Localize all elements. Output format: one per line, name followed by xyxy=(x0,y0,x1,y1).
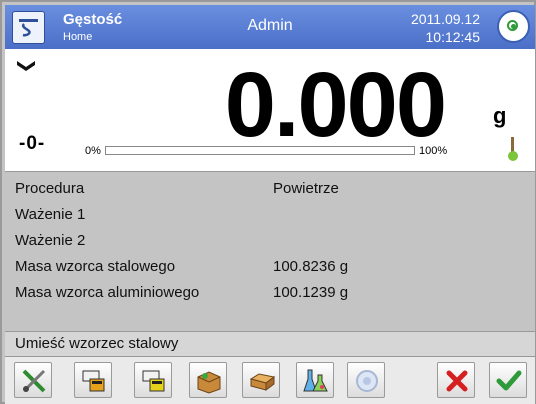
info-value: Powietrze xyxy=(273,180,339,197)
cancel-icon[interactable] xyxy=(437,362,475,398)
bar-max-label: 100% xyxy=(419,145,448,157)
weight-unit[interactable]: g xyxy=(493,103,506,129)
info-label: Masa wzorca stalowego xyxy=(15,258,176,275)
info-value: 100.8236 g xyxy=(273,258,349,275)
thermometer-icon xyxy=(508,137,518,161)
info-label: Masa wzorca aluminiowego xyxy=(15,284,200,301)
bar-min-label: 0% xyxy=(85,145,101,157)
info-value: 100.1239 g xyxy=(273,284,349,301)
toolbar xyxy=(5,356,535,404)
power-icon[interactable] xyxy=(497,10,530,43)
header-bar: Gęstość Home Admin 2011.09.12 10:12:45 xyxy=(5,5,535,49)
message-bar: Umieść wzorzec stalowy xyxy=(5,331,535,356)
info-label: Ważenie 1 xyxy=(15,206,86,223)
time-display: 10:12:45 xyxy=(425,29,481,45)
message-text: Umieść wzorzec stalowy xyxy=(15,335,179,352)
brick-icon[interactable] xyxy=(242,362,280,398)
weigh-sample-2-icon[interactable] xyxy=(134,362,172,398)
sample-box-icon[interactable] xyxy=(189,362,227,398)
app-frame: Gęstość Home Admin 2011.09.12 10:12:45 0… xyxy=(0,0,536,404)
weight-reading: 0.000 xyxy=(224,54,447,156)
stability-icon xyxy=(17,59,35,74)
zero-indicator: -0- xyxy=(19,133,46,154)
disabled-gear-icon xyxy=(347,362,385,398)
weighing-panel: 0.000 g -0- 0% 100% xyxy=(5,49,535,171)
info-label: Procedura xyxy=(15,180,85,197)
weigh-sample-icon[interactable] xyxy=(74,362,112,398)
flasks-icon[interactable] xyxy=(296,362,334,398)
tools-icon[interactable] xyxy=(14,362,52,398)
load-bar xyxy=(105,146,415,155)
accept-icon[interactable] xyxy=(489,362,527,398)
date-display: 2011.09.12 xyxy=(410,11,480,27)
info-label: Ważenie 2 xyxy=(15,232,86,249)
info-panel: Procedura Powietrze Ważenie 1 Ważenie 2 … xyxy=(5,171,535,332)
